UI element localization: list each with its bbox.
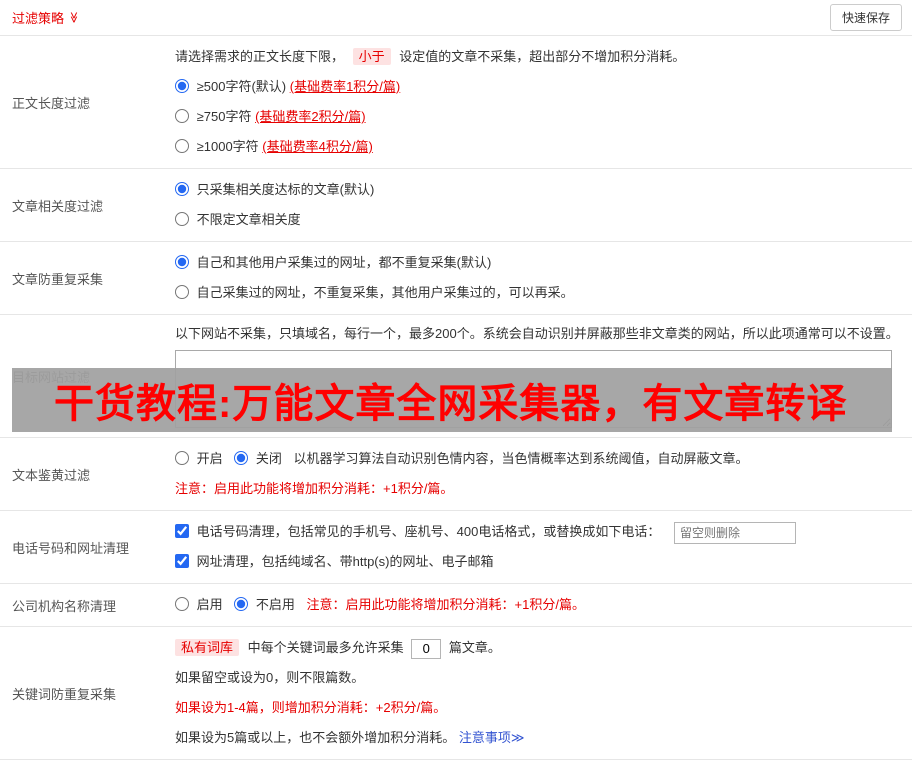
row-company-cleanup: 公司机构名称清理 启用 不启用 注意：启用此功能将增加积分消耗：+1积分/篇。 (0, 584, 912, 627)
row-phone-url-cleanup: 电话号码和网址清理 电话号码清理，包括常见的手机号、座机号、400电话格式，或替… (0, 511, 912, 584)
relevance-option-strict[interactable]: 只采集相关度达标的文章(默认) (175, 182, 374, 197)
keyword-dedup-label: 关键词防重复采集 (12, 686, 117, 702)
length-option-1000[interactable]: ≥1000字符 (基础费率4积分/篇) (175, 139, 373, 154)
keyword-line3: 如果设为1-4篇，则增加积分消耗：+2积分/篇。 (175, 700, 447, 715)
porn-option-on[interactable]: 开启 (175, 451, 226, 466)
porn-filter-desc: 以机器学习算法自动识别色情内容，当色情概率达到系统阈值，自动屏蔽文章。 (293, 451, 749, 466)
relevance-radio-strict[interactable] (175, 182, 189, 196)
url-cleanup-checkbox[interactable] (175, 554, 189, 568)
porn-option-off[interactable]: 关闭 (234, 451, 285, 466)
dedup-option-self-only[interactable]: 自己采集过的网址，不重复采集，其他用户采集过的，可以再采。 (175, 285, 574, 300)
replacement-phone-input[interactable] (673, 521, 796, 544)
company-option-off[interactable]: 不启用 (234, 597, 298, 612)
page-title-text: 过滤策略 (12, 11, 65, 26)
porn-radio-off[interactable] (234, 451, 249, 465)
company-radio-on[interactable] (175, 597, 189, 611)
relevance-option-strict-label: 只采集相关度达标的文章(默认) (196, 182, 375, 197)
chevron-down-icon: ≫ (67, 11, 80, 24)
length-option-1000-label: ≥1000字符 (196, 139, 263, 154)
length-option-500[interactable]: ≥500字符(默认) (基础费率1积分/篇) (175, 79, 400, 94)
company-cleanup-note: 注意：启用此功能将增加积分消耗：+1积分/篇。 (306, 597, 585, 612)
keyword-line2: 如果留空或设为0，则不限篇数。 (175, 670, 365, 685)
company-radio-off[interactable] (234, 597, 249, 611)
watermark-text: 干货教程:万能文章全网采集器，有文章转译 (54, 382, 848, 426)
row-porn-filter: 文本鉴黄过滤 开启 关闭 以机器学习算法自动识别色情内容，当色情概率达到系统阈值… (0, 438, 912, 511)
phone-cleanup-label: 电话号码清理，包括常见的手机号、座机号、400电话格式，或替换成如下电话： (196, 524, 661, 539)
length-option-500-label: ≥500字符(默认) (196, 79, 290, 94)
relevance-option-any[interactable]: 不限定文章相关度 (175, 212, 301, 227)
length-radio-500[interactable] (175, 79, 189, 93)
dedup-option-all-users[interactable]: 自己和其他用户采集过的网址，都不重复采集(默认) (175, 255, 491, 270)
porn-radio-on[interactable] (175, 451, 189, 465)
notice-link[interactable]: 注意事项≫ (459, 730, 525, 745)
keyword-line1-end: 篇文章。 (448, 640, 501, 655)
company-cleanup-label: 公司机构名称清理 (12, 598, 117, 614)
topbar: 过滤策略 ≫ 快速保存 (0, 0, 912, 36)
porn-option-on-label: 开启 (196, 451, 223, 466)
dedup-radio-all-users[interactable] (175, 255, 189, 269)
relevance-option-any-label: 不限定文章相关度 (196, 212, 301, 227)
site-blacklist-desc: 以下网站不采集，只填域名，每行一个，最多200个。系统会自动识别并屏蔽那些非文章… (175, 326, 899, 341)
page-title[interactable]: 过滤策略 ≫ (12, 8, 80, 27)
intro-before: 请选择需求的正文长度下限， (175, 49, 345, 64)
dedup-option-self-only-label: 自己采集过的网址，不重复采集，其他用户采集过的，可以再采。 (196, 285, 574, 300)
length-radio-750[interactable] (175, 109, 189, 123)
length-option-750[interactable]: ≥750字符 (基础费率2积分/篇) (175, 109, 366, 124)
porn-filter-note: 注意：启用此功能将增加积分消耗：+1积分/篇。 (175, 481, 454, 496)
porn-option-off-label: 关闭 (255, 451, 282, 466)
relevance-filter-label: 文章相关度过滤 (12, 198, 104, 214)
company-option-on-label: 启用 (196, 597, 223, 612)
phone-url-cleanup-label: 电话号码和网址清理 (12, 540, 130, 556)
length-option-1000-note: (基础费率4积分/篇) (262, 139, 373, 154)
length-option-750-label: ≥750字符 (196, 109, 256, 124)
quick-save-button[interactable]: 快速保存 (829, 4, 902, 31)
keyword-line4: 如果设为5篇或以上，也不会额外增加积分消耗。 (175, 730, 456, 745)
dedup-label: 文章防重复采集 (12, 271, 104, 287)
filter-strategy-page: 过滤策略 ≫ 快速保存 正文长度过滤 请选择需求的正文长度下限， 小于 设定值的… (0, 0, 912, 768)
keyword-line1-mid: 中每个关键词最多允许采集 (247, 640, 404, 655)
relevance-radio-any[interactable] (175, 212, 189, 226)
phone-cleanup-checkbox[interactable] (175, 524, 189, 538)
keyword-count-input[interactable] (411, 638, 442, 659)
company-option-off-label: 不启用 (255, 597, 295, 612)
company-option-on[interactable]: 启用 (175, 597, 226, 612)
phone-cleanup-option[interactable]: 电话号码清理，包括常见的手机号、座机号、400电话格式，或替换成如下电话： (175, 524, 664, 539)
private-lexicon-highlight: 私有词库 (175, 639, 240, 656)
porn-filter-label: 文本鉴黄过滤 (12, 467, 91, 483)
row-keyword-dedup: 关键词防重复采集 私有词库 中每个关键词最多允许采集 篇文章。 如果留空或设为0… (0, 627, 912, 760)
watermark-banner: 干货教程:万能文章全网采集器，有文章转译 (12, 368, 892, 432)
less-than-highlight: 小于 (352, 48, 391, 65)
url-cleanup-option[interactable]: 网址清理，包括纯域名、带http(s)的网址、电子邮箱 (175, 554, 493, 569)
row-relevance-filter: 文章相关度过滤 只采集相关度达标的文章(默认) 不限定文章相关度 (0, 169, 912, 242)
length-filter-intro: 请选择需求的正文长度下限， 小于 设定值的文章不采集，超出部分不增加积分消耗。 (175, 42, 902, 72)
url-cleanup-label: 网址清理，包括纯域名、带http(s)的网址、电子邮箱 (196, 554, 494, 569)
length-option-500-note: (基础费率1积分/篇) (289, 79, 401, 94)
length-radio-1000[interactable] (175, 139, 189, 153)
intro-after: 设定值的文章不采集，超出部分不增加积分消耗。 (399, 49, 686, 64)
row-length-filter: 正文长度过滤 请选择需求的正文长度下限， 小于 设定值的文章不采集，超出部分不增… (0, 36, 912, 169)
length-filter-label: 正文长度过滤 (12, 95, 91, 111)
dedup-radio-self-only[interactable] (175, 285, 189, 299)
length-option-750-note: (基础费率2积分/篇) (255, 109, 366, 124)
row-dedup: 文章防重复采集 自己和其他用户采集过的网址，都不重复采集(默认) 自己采集过的网… (0, 242, 912, 315)
dedup-option-all-users-label: 自己和其他用户采集过的网址，都不重复采集(默认) (196, 255, 492, 270)
